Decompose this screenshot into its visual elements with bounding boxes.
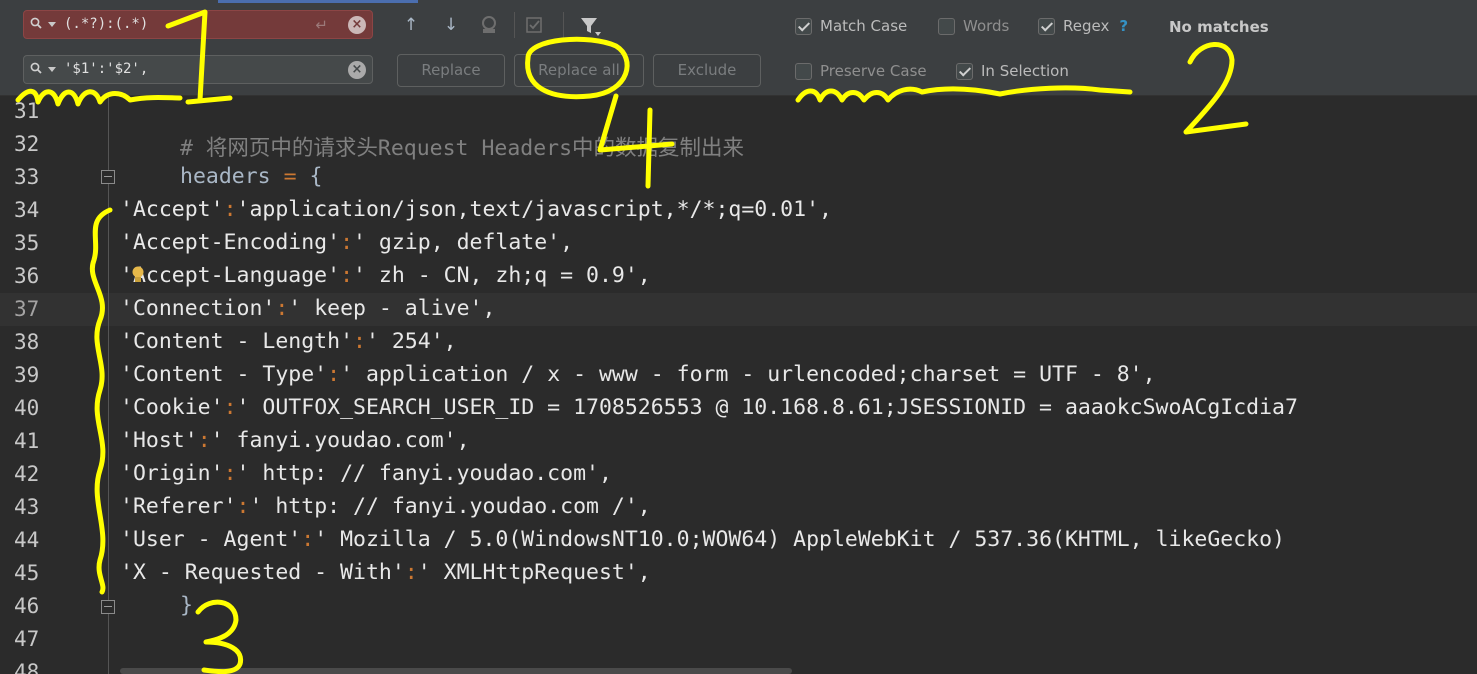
code-comment: # 将网页中的请求头Request Headers中的数据复制出来 — [180, 136, 745, 161]
code-line[interactable]: 32 # 将网页中的请求头Request Headers中的数据复制出来 — [0, 128, 1477, 161]
code-text: 'X - Requested - With':' XMLHttpRequest'… — [120, 560, 651, 585]
find-replace-panel: (.*?):(.*) ↵ × '$1':'$2', × ↑ ↓ Replace … — [0, 0, 1477, 96]
code-text: 'Host':' fanyi.youdao.com', — [120, 428, 470, 453]
code-text: 'Accept':'application/json,text/javascri… — [120, 197, 832, 222]
regex-label: Regex — [1063, 17, 1110, 35]
line-number: 40 — [14, 396, 40, 420]
code-line[interactable]: 41 'Host':' fanyi.youdao.com', — [0, 425, 1477, 458]
select-all-occurrences-icon[interactable] — [524, 14, 546, 36]
replace-history-dropdown-icon[interactable] — [48, 67, 56, 72]
previous-occurrence-icon[interactable]: ↑ — [400, 14, 422, 36]
line-number: 38 — [14, 330, 40, 354]
code-line[interactable]: 39 'Content - Type':' application / x - w… — [0, 359, 1477, 392]
search-field[interactable]: (.*?):(.*) ↵ × — [23, 10, 373, 39]
code-line[interactable]: 31 — [0, 95, 1477, 128]
search-status: No matches — [1169, 18, 1269, 36]
toolbar-separator — [563, 12, 564, 38]
words-checkbox[interactable] — [938, 17, 955, 35]
clear-replace-icon[interactable]: × — [348, 61, 366, 79]
match-case-label: Match Case — [820, 17, 908, 35]
regex-option[interactable]: Regex ? — [1038, 17, 1128, 35]
enter-icon: ↵ — [315, 16, 328, 34]
code-line[interactable]: 35 'Accept-Encoding':' gzip, deflate', — [0, 227, 1477, 260]
preserve-case-label: Preserve Case — [820, 62, 927, 80]
replace-input[interactable]: '$1':'$2', — [64, 61, 148, 77]
toolbar-separator — [514, 12, 515, 38]
line-number: 36 — [14, 264, 40, 288]
code-text: 'Content - Type':' application / x - www… — [120, 362, 1156, 387]
line-number: 42 — [14, 462, 40, 486]
code-text: 'User - Agent':' Mozilla / 5.0(WindowsNT… — [120, 527, 1286, 552]
code-text: headers = { — [180, 164, 323, 189]
filter-icon[interactable] — [578, 14, 601, 36]
code-line[interactable]: 34 'Accept':'application/json,text/javasc… — [0, 194, 1477, 227]
line-number: 45 — [14, 561, 40, 585]
code-line[interactable]: 47 — [0, 623, 1477, 656]
code-text: 'Accept-Encoding':' gzip, deflate', — [120, 230, 574, 255]
line-number: 47 — [14, 627, 40, 651]
line-number: 33 — [14, 165, 40, 189]
code-line[interactable]: 38 'Content - Length':' 254', — [0, 326, 1477, 359]
search-history-icon[interactable] — [30, 17, 42, 29]
code-text: 'Accept-Language':' zh - CN, zh;q = 0.9'… — [120, 263, 651, 288]
horizontal-scrollbar[interactable] — [120, 668, 792, 674]
active-tab-indicator — [218, 0, 418, 3]
line-number: 37 — [14, 297, 40, 321]
code-text: 'Cookie':' OUTFOX_SEARCH_USER_ID = 17085… — [120, 395, 1298, 420]
code-text: } — [180, 593, 193, 618]
code-line[interactable]: 33 headers = { — [0, 161, 1477, 194]
line-number: 34 — [14, 198, 40, 222]
fold-collapse-icon[interactable] — [101, 170, 115, 184]
code-line[interactable]: 44 'User - Agent':' Mozilla / 5.0(Windows… — [0, 524, 1477, 557]
match-case-option[interactable]: Match Case — [795, 17, 907, 35]
line-number: 48 — [14, 660, 40, 674]
match-case-checkbox[interactable] — [795, 17, 812, 35]
regex-help-icon[interactable]: ? — [1119, 17, 1128, 35]
replace-all-button[interactable]: Replace all — [514, 54, 644, 87]
preserve-case-checkbox[interactable] — [795, 62, 812, 80]
words-label: Words — [963, 17, 1010, 35]
code-line[interactable]: 40 'Cookie':' OUTFOX_SEARCH_USER_ID = 170… — [0, 392, 1477, 425]
line-number: 39 — [14, 363, 40, 387]
exclude-button[interactable]: Exclude — [653, 54, 761, 87]
words-option[interactable]: Words — [938, 17, 1009, 35]
line-number: 43 — [14, 495, 40, 519]
in-selection-label: In Selection — [981, 62, 1069, 80]
clear-search-icon[interactable]: × — [348, 16, 366, 34]
code-line[interactable]: 42 'Origin':' http: // fanyi.youdao.com', — [0, 458, 1477, 491]
replace-button[interactable]: Replace — [397, 54, 505, 87]
search-input[interactable]: (.*?):(.*) — [64, 16, 148, 32]
preserve-case-option[interactable]: Preserve Case — [795, 62, 927, 80]
code-text: 'Connection':' keep - alive', — [120, 296, 496, 321]
line-number: 31 — [14, 99, 40, 123]
line-number: 41 — [14, 429, 40, 453]
code-editor[interactable]: 31 32 # 将网页中的请求头Request Headers中的数据复制出来 3… — [0, 95, 1477, 674]
code-text: 'Origin':' http: // fanyi.youdao.com', — [120, 461, 612, 486]
in-selection-option[interactable]: In Selection — [956, 62, 1069, 80]
code-text: 'Content - Length':' 254', — [120, 329, 457, 354]
code-line[interactable]: 43 'Referer':' http: // fanyi.youdao.com … — [0, 491, 1477, 524]
replace-history-icon[interactable] — [30, 62, 42, 74]
line-number: 46 — [14, 594, 40, 618]
line-number: 35 — [14, 231, 40, 255]
code-line[interactable]: 36 'Accept-Language':' zh - CN, zh;q = 0.… — [0, 260, 1477, 293]
in-selection-checkbox[interactable] — [956, 62, 973, 80]
line-number: 32 — [14, 132, 40, 156]
line-number: 44 — [14, 528, 40, 552]
replace-field[interactable]: '$1':'$2', × — [23, 55, 373, 84]
code-text: 'Referer':' http: // fanyi.youdao.com /'… — [120, 494, 651, 519]
search-history-dropdown-icon[interactable] — [48, 22, 56, 27]
regex-checkbox[interactable] — [1038, 17, 1055, 35]
code-line[interactable]: 45 'X - Requested - With':' XMLHttpReques… — [0, 557, 1477, 590]
code-line[interactable]: 46} — [0, 590, 1477, 623]
fold-collapse-icon[interactable] — [101, 600, 115, 614]
find-in-path-icon[interactable] — [478, 14, 500, 36]
current-code-line[interactable]: 37 'Connection':' keep - alive', — [0, 293, 1477, 326]
lightbulb-icon[interactable] — [131, 266, 145, 284]
next-occurrence-icon[interactable]: ↓ — [440, 14, 462, 36]
